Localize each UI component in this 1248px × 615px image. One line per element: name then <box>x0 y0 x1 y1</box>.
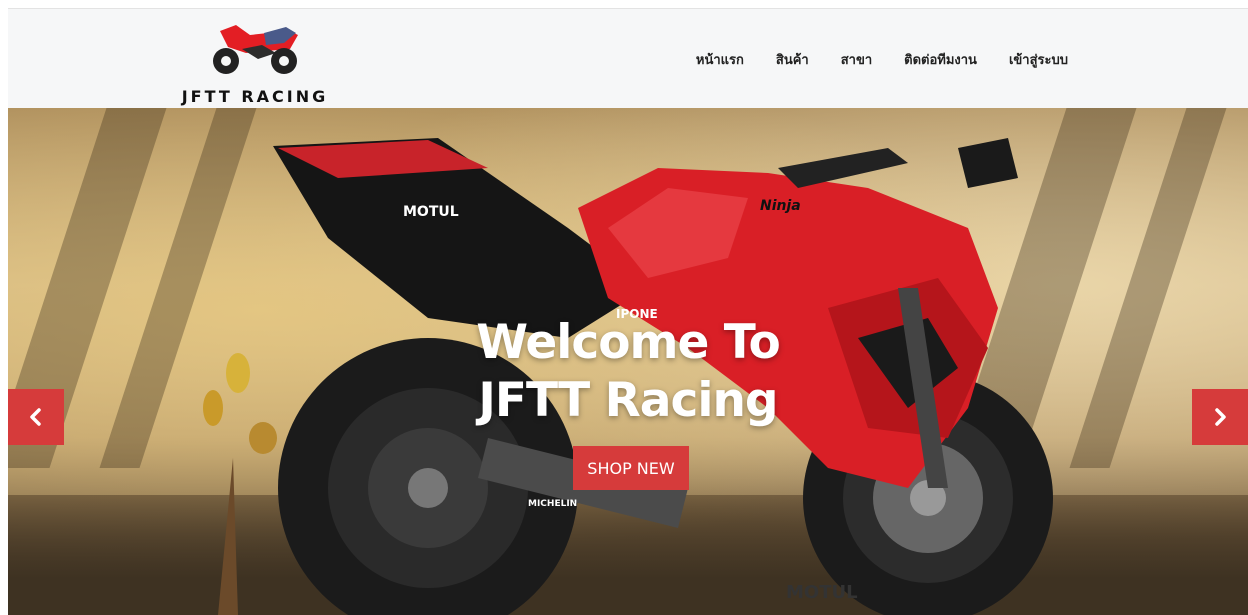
motorbike-logo-icon <box>213 25 298 74</box>
bike-decal: MOTUL <box>786 582 858 603</box>
carousel-prev-button[interactable] <box>8 389 64 445</box>
bike-decal: Ninja <box>760 198 801 214</box>
hero-title-line2: JFTT Racing <box>478 373 778 428</box>
nav-item-login[interactable]: เข้าสู่ระบบ <box>1009 49 1068 70</box>
site-header: JFTT RACING หน้าแรก สินค้า สาขา ติดต่อที… <box>8 9 1248 107</box>
nav-item-products[interactable]: สินค้า <box>776 49 809 70</box>
carousel-next-button[interactable] <box>1192 389 1248 445</box>
chevron-right-icon <box>1215 408 1226 426</box>
bike-decal: MICHELIN <box>528 499 577 509</box>
bike-decal: MOTUL <box>403 204 459 220</box>
shop-new-button[interactable]: SHOP NEW <box>573 446 689 490</box>
hero-title: Welcome To JFTT Racing <box>388 314 868 430</box>
nav-item-branches[interactable]: สาขา <box>841 49 872 70</box>
hero-carousel: MOTUL Ninja MICHELIN IPONE MOTUL Welcome… <box>8 108 1248 615</box>
page-frame: JFTT RACING หน้าแรก สินค้า สาขา ติดต่อที… <box>8 8 1248 615</box>
nav-item-contact[interactable]: ติดต่อทีมงาน <box>904 49 977 70</box>
brand-name: JFTT RACING <box>181 87 329 106</box>
brand-logo[interactable]: JFTT RACING <box>170 17 340 106</box>
nav-item-home[interactable]: หน้าแรก <box>696 49 744 70</box>
chevron-left-icon <box>30 408 41 426</box>
main-nav: หน้าแรก สินค้า สาขา ติดต่อทีมงาน เข้าสู่… <box>696 49 1068 70</box>
hero-title-line1: Welcome To <box>476 315 781 370</box>
